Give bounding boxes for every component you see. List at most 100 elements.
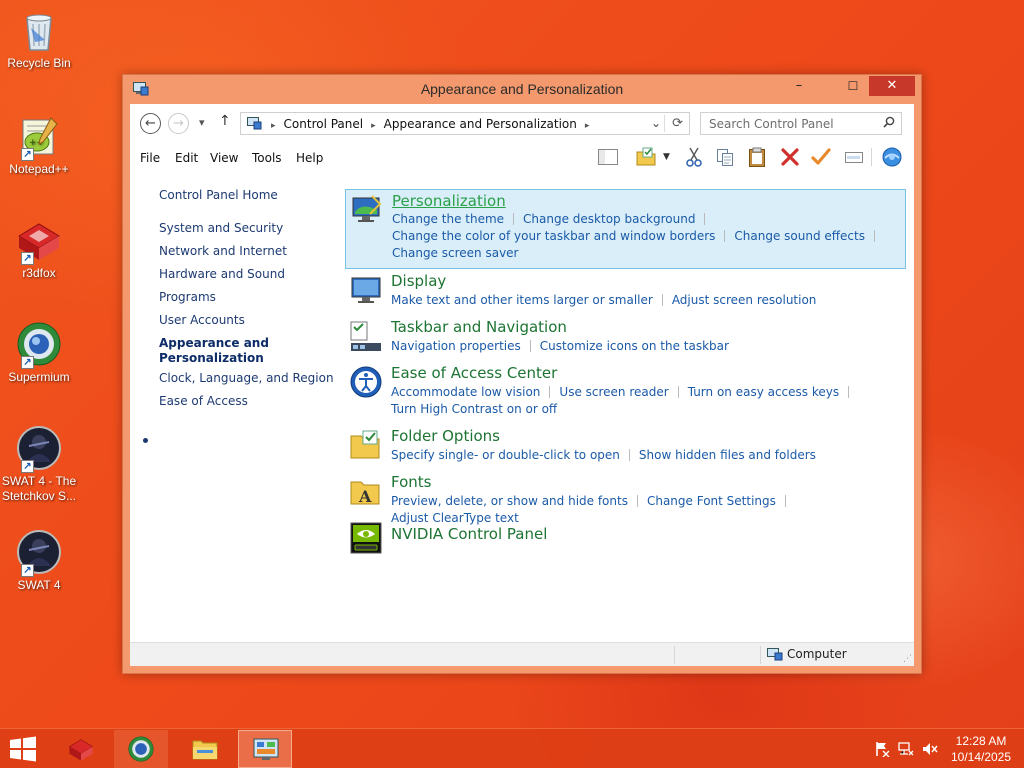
folder-views-icon[interactable] — [635, 146, 657, 168]
link-preview-fonts[interactable]: Preview, delete, or show and hide fonts — [391, 493, 628, 510]
link-show-hidden-files[interactable]: Show hidden files and folders — [639, 447, 816, 464]
category-nvidia-control-panel[interactable]: NVIDIA Control Panel — [345, 519, 906, 559]
nav-system-and-security[interactable]: System and Security — [159, 221, 283, 236]
link-screen-resolution[interactable]: Adjust screen resolution — [672, 292, 817, 309]
ease-of-access-title[interactable]: Ease of Access Center — [391, 364, 557, 382]
menu-tools[interactable]: Tools — [252, 151, 282, 165]
desktop-icon-supermium[interactable]: ↗ Supermium — [0, 320, 78, 385]
maximize-button[interactable]: ☐ — [839, 76, 867, 96]
copy-icon[interactable] — [714, 146, 736, 168]
nav-hardware-and-sound[interactable]: Hardware and Sound — [159, 267, 285, 282]
category-folder-options[interactable]: Folder Options Specify single- or double… — [345, 426, 906, 470]
cut-icon[interactable] — [683, 146, 705, 168]
nav-clock-language-region[interactable]: Clock, Language, and Region — [159, 371, 334, 386]
paste-icon[interactable] — [746, 146, 768, 168]
category-ease-of-access-center[interactable]: Ease of Access Center Accommodate low vi… — [345, 363, 906, 423]
link-separator — [677, 386, 679, 398]
desktop-icon-r3dfox[interactable]: ↗ r3dfox — [0, 216, 78, 281]
address-dropdown-icon[interactable]: ⌄ — [651, 116, 661, 130]
back-button[interactable]: ← — [140, 113, 161, 134]
address-bar[interactable]: ▸ Control Panel ▸ Appearance and Personaliz… — [240, 112, 690, 135]
delete-icon[interactable] — [779, 146, 801, 168]
current-page-bullet — [143, 438, 148, 443]
personalization-title[interactable]: Personalization — [392, 192, 506, 210]
breadcrumb-appearance[interactable]: Appearance and Personalization — [384, 117, 577, 131]
nvidia-icon — [349, 521, 383, 555]
link-change-taskbar-color[interactable]: Change the color of your taskbar and win… — [392, 228, 715, 245]
link-change-font-settings[interactable]: Change Font Settings — [647, 493, 776, 510]
recent-locations-button[interactable]: ▾ — [199, 116, 205, 129]
taskbar-navigation-title[interactable]: Taskbar and Navigation — [391, 318, 567, 336]
shortcut-arrow-icon: ↗ — [21, 564, 34, 577]
nav-programs[interactable]: Programs — [159, 290, 216, 305]
action-center-flag-icon[interactable] — [874, 741, 890, 761]
folder-options-title[interactable]: Folder Options — [391, 427, 500, 445]
refresh-icon[interactable]: ⟳ — [672, 116, 683, 131]
properties-check-icon[interactable] — [810, 146, 832, 168]
desktop-icon-notepadpp[interactable]: ++ ↗ Notepad++ — [0, 112, 78, 177]
fonts-title[interactable]: Fonts — [391, 473, 431, 491]
up-button[interactable]: ↑ — [219, 113, 231, 129]
r3dfox-icon: ↗ — [15, 216, 63, 265]
link-navigation-properties[interactable]: Navigation properties — [391, 338, 521, 355]
taskbar-control-panel[interactable] — [238, 730, 292, 768]
link-low-vision[interactable]: Accommodate low vision — [391, 384, 540, 401]
category-display[interactable]: Display Make text and other items larger… — [345, 271, 906, 315]
resize-grip-icon[interactable]: ⋰ — [903, 654, 912, 664]
menu-help[interactable]: Help — [296, 151, 323, 165]
forward-button[interactable]: → — [168, 113, 189, 134]
link-text-size[interactable]: Make text and other items larger or smal… — [391, 292, 653, 309]
link-screen-reader[interactable]: Use screen reader — [559, 384, 668, 401]
taskbar-navigation-links: Navigation properties Customize icons on … — [391, 338, 896, 355]
taskbar-supermium[interactable] — [114, 730, 168, 768]
link-customize-taskbar-icons[interactable]: Customize icons on the taskbar — [540, 338, 729, 355]
desktop-icon-recycle-bin[interactable]: Recycle Bin — [0, 6, 78, 71]
menu-file[interactable]: File — [140, 151, 160, 165]
search-box[interactable]: Search Control Panel — [700, 112, 902, 135]
rename-icon[interactable] — [843, 146, 865, 168]
clock[interactable]: 12:28 AM 10/14/2025 — [946, 733, 1016, 765]
breadcrumb-separator-icon[interactable]: ▸ — [271, 121, 276, 131]
network-icon[interactable] — [898, 741, 914, 761]
internet-explorer-icon[interactable] — [881, 146, 903, 168]
taskbar-file-explorer[interactable] — [178, 730, 232, 768]
display-title[interactable]: Display — [391, 272, 446, 290]
close-button[interactable]: ✕ — [869, 76, 915, 96]
minimize-button[interactable]: – — [785, 76, 813, 96]
category-personalization[interactable]: Personalization Change the theme Change d… — [345, 189, 906, 269]
nav-network-and-internet[interactable]: Network and Internet — [159, 244, 287, 259]
views-dropdown-icon[interactable]: ▼ — [663, 146, 673, 168]
title-bar[interactable]: Appearance and Personalization – ☐ ✕ — [123, 75, 921, 103]
link-change-sound-effects[interactable]: Change sound effects — [734, 228, 865, 245]
nav-control-panel-home[interactable]: Control Panel Home — [159, 188, 278, 203]
nvidia-title[interactable]: NVIDIA Control Panel — [391, 525, 547, 543]
desktop-icon-swat4[interactable]: ↗ SWAT 4 — [0, 528, 78, 593]
category-taskbar-navigation[interactable]: Taskbar and Navigation Navigation proper… — [345, 317, 906, 361]
link-easy-access-keys[interactable]: Turn on easy access keys — [688, 384, 839, 401]
desktop-icon-label: Recycle Bin — [7, 56, 71, 70]
preview-pane-icon[interactable] — [597, 146, 619, 168]
link-separator — [636, 495, 638, 507]
magnifier-icon[interactable] — [883, 116, 895, 132]
volume-muted-icon[interactable] — [922, 741, 938, 761]
folder-options-icon — [349, 428, 383, 462]
folder-options-links: Specify single- or double-click to open S… — [391, 447, 896, 464]
nav-user-accounts[interactable]: User Accounts — [159, 313, 245, 328]
link-change-desktop-background[interactable]: Change desktop background — [523, 211, 695, 228]
start-button[interactable] — [8, 736, 38, 762]
menu-edit[interactable]: Edit — [175, 151, 198, 165]
breadcrumb-control-panel[interactable]: Control Panel — [284, 117, 364, 131]
link-change-theme[interactable]: Change the theme — [392, 211, 504, 228]
link-change-screen-saver[interactable]: Change screen saver — [392, 245, 519, 262]
breadcrumb-separator-icon[interactable]: ▸ — [371, 121, 376, 131]
breadcrumb-separator-icon[interactable]: ▸ — [585, 121, 590, 131]
r3dfox-icon — [67, 735, 95, 763]
menu-view[interactable]: View — [210, 151, 238, 165]
nav-ease-of-access[interactable]: Ease of Access — [159, 394, 248, 409]
desktop-icon-swat4-stetchkov[interactable]: ↗ SWAT 4 - The Stetchkov S... — [0, 424, 78, 504]
link-single-double-click[interactable]: Specify single- or double-click to open — [391, 447, 620, 464]
link-high-contrast[interactable]: Turn High Contrast on or off — [391, 401, 557, 418]
status-divider — [760, 646, 761, 664]
category-fonts[interactable]: A Fonts Preview, delete, or show and hid… — [345, 472, 906, 525]
taskbar-r3dfox[interactable] — [54, 730, 108, 768]
